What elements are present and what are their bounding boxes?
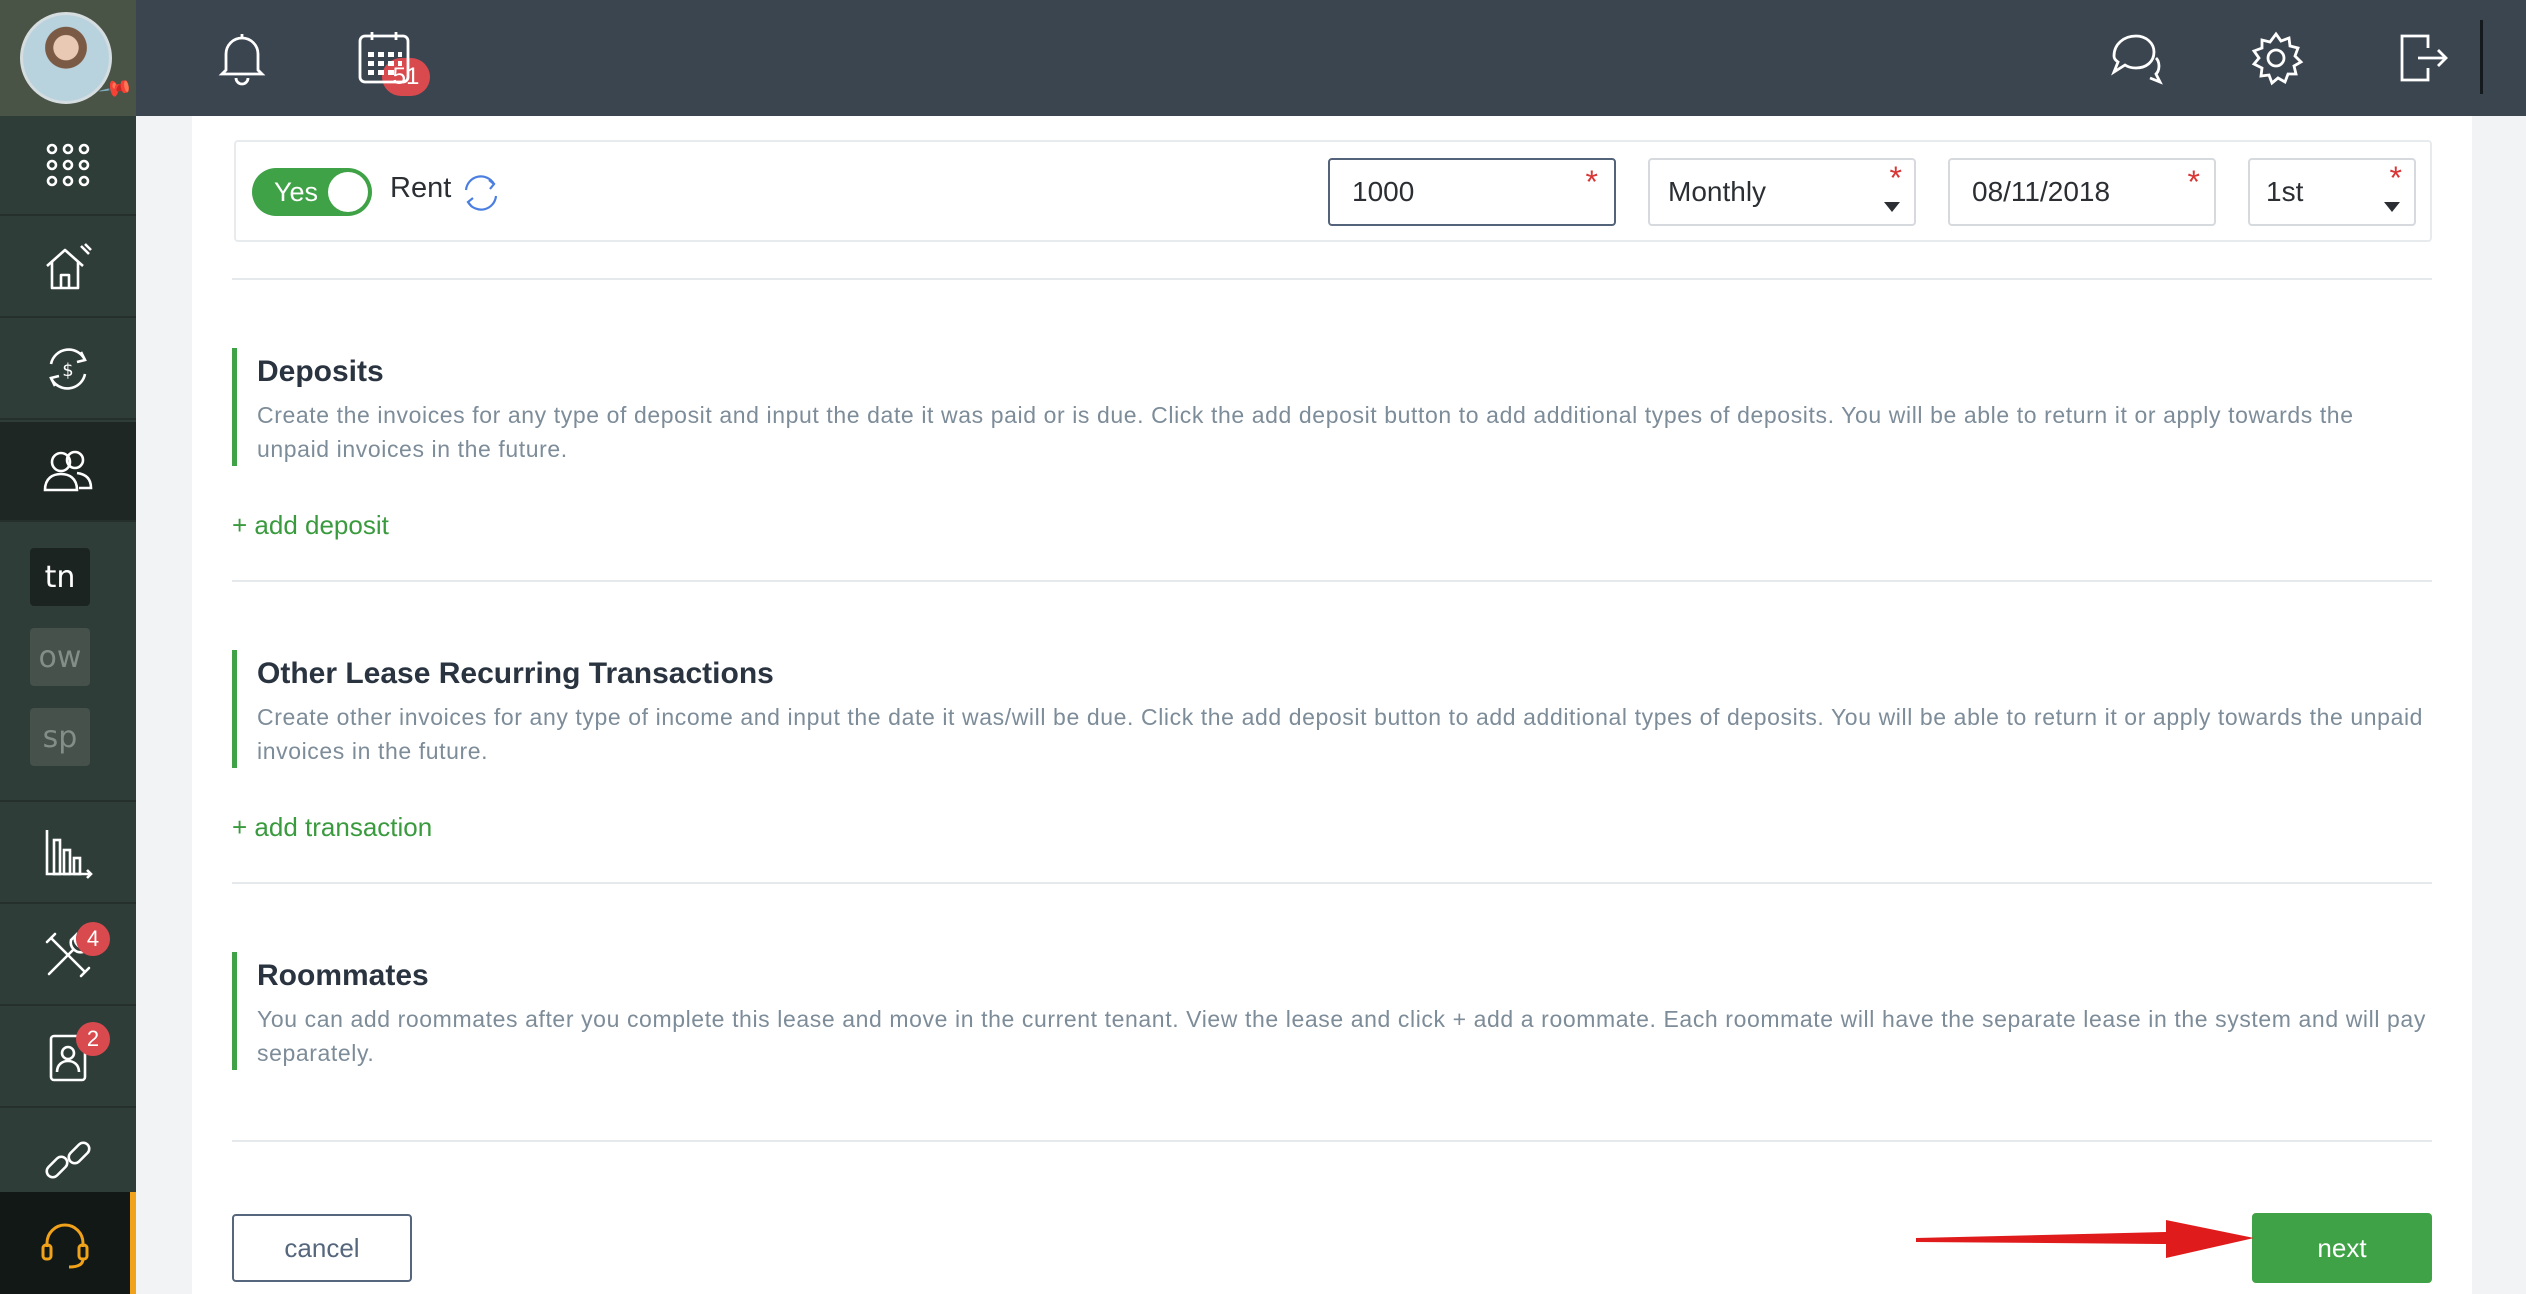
sidebar-item-accounting[interactable]: $ bbox=[0, 320, 136, 420]
required-marker: * bbox=[2389, 160, 2402, 196]
cancel-button[interactable]: cancel bbox=[232, 1214, 412, 1282]
roommates-title: Roommates bbox=[257, 959, 429, 992]
portal-switcher: tn ow sp bbox=[0, 526, 136, 802]
add-transaction-link[interactable]: + add transaction bbox=[232, 812, 432, 843]
logout-icon[interactable] bbox=[2390, 28, 2450, 88]
portal-service-pro[interactable]: sp bbox=[30, 708, 90, 766]
dollar-cycle-icon: $ bbox=[49, 348, 87, 390]
divider bbox=[232, 882, 2432, 884]
divider bbox=[232, 278, 2432, 280]
top-bar: 51 bbox=[136, 0, 2526, 116]
rent-frequency-value: Monthly bbox=[1668, 176, 1767, 207]
rent-start-date-input[interactable]: 08/11/2018 * bbox=[1948, 158, 2216, 226]
bar-chart-icon bbox=[45, 830, 93, 879]
divider bbox=[232, 1140, 2432, 1142]
rent-toggle-label: Yes bbox=[274, 177, 319, 207]
chevron-down-icon bbox=[1884, 202, 1900, 212]
sidebar-item-properties[interactable] bbox=[0, 218, 136, 318]
rent-frequency-select[interactable]: Monthly * bbox=[1648, 158, 1916, 226]
chevron-down-icon bbox=[2384, 202, 2400, 212]
rent-toggle[interactable]: Yes bbox=[252, 168, 372, 216]
roommates-section: Roommates You can add roommates after yo… bbox=[232, 952, 2432, 1070]
required-marker: * bbox=[2187, 164, 2200, 200]
sidebar-item-reports[interactable] bbox=[0, 804, 136, 904]
link-icon bbox=[45, 1141, 91, 1179]
topbar-divider bbox=[2480, 20, 2483, 94]
rent-due-day-select[interactable]: 1st * bbox=[2248, 158, 2416, 226]
calendar-icon[interactable] bbox=[354, 28, 414, 88]
sidebar-item-maintenance[interactable]: 4 bbox=[0, 906, 136, 1006]
headset-icon bbox=[41, 1223, 89, 1269]
people-icon bbox=[43, 450, 93, 492]
rent-row: Yes Rent 1000 * Monthly * 08/11/2018 * 1… bbox=[234, 140, 2432, 242]
other-transactions-title: Other Lease Recurring Transactions bbox=[257, 657, 774, 690]
toggle-knob bbox=[328, 172, 368, 212]
portal-owner[interactable]: ow bbox=[30, 628, 90, 686]
portal-tenant[interactable]: tn bbox=[30, 548, 90, 606]
house-icon bbox=[46, 243, 92, 290]
divider bbox=[232, 580, 2432, 582]
required-marker: * bbox=[1889, 160, 1902, 196]
rent-amount-input[interactable]: 1000 * bbox=[1328, 158, 1616, 226]
rent-label: Rent bbox=[390, 172, 452, 204]
other-transactions-description: Create other invoices for any type of in… bbox=[257, 704, 2424, 764]
deposits-description: Create the invoices for any type of depo… bbox=[257, 402, 2354, 462]
chat-icon[interactable] bbox=[2106, 28, 2166, 88]
support-button[interactable] bbox=[0, 1192, 136, 1294]
apps-grid-icon bbox=[46, 143, 90, 187]
arrow-annotation-icon bbox=[1916, 1220, 2254, 1258]
maintenance-badge: 4 bbox=[76, 922, 110, 956]
profile-area: 📌 bbox=[0, 0, 136, 116]
lease-form: Yes Rent 1000 * Monthly * 08/11/2018 * 1… bbox=[192, 116, 2472, 1294]
other-transactions-section: Other Lease Recurring Transactions Creat… bbox=[232, 650, 2432, 768]
deposits-title: Deposits bbox=[257, 355, 384, 388]
add-deposit-link[interactable]: + add deposit bbox=[232, 510, 389, 541]
required-marker: * bbox=[1585, 164, 1598, 200]
svg-text:$: $ bbox=[62, 360, 73, 381]
sidebar: 📌 $ tn ow sp 4 2 bbox=[0, 0, 136, 1294]
gear-icon[interactable] bbox=[2246, 28, 2306, 88]
sidebar-item-applications[interactable]: 2 bbox=[0, 1008, 136, 1108]
next-button[interactable]: next bbox=[2252, 1213, 2432, 1283]
rent-amount-value: 1000 bbox=[1352, 176, 1415, 207]
sidebar-item-tenants[interactable] bbox=[0, 422, 136, 522]
applications-badge: 2 bbox=[76, 1022, 110, 1056]
deposits-section: Deposits Create the invoices for any typ… bbox=[232, 348, 2432, 466]
sidebar-item-apps[interactable] bbox=[0, 116, 136, 216]
rent-due-day-value: 1st bbox=[2266, 176, 2304, 207]
roommates-description: You can add roommates after you complete… bbox=[257, 1006, 2426, 1066]
sync-icon[interactable] bbox=[458, 170, 504, 216]
rent-start-date-value: 08/11/2018 bbox=[1972, 176, 2111, 207]
bell-icon[interactable] bbox=[212, 28, 272, 88]
